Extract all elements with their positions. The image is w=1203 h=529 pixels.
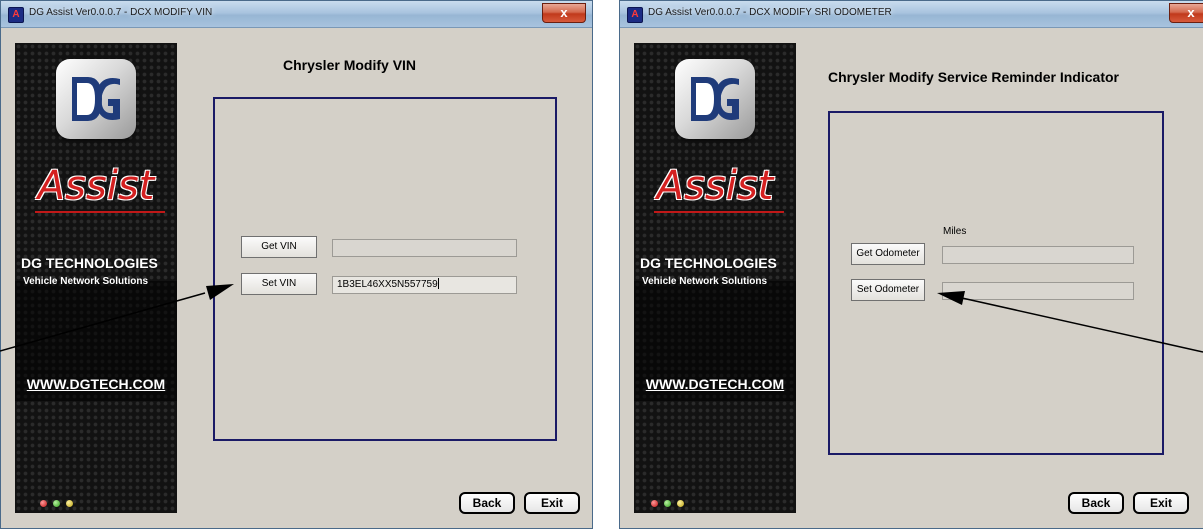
wordmark-underline xyxy=(35,211,165,213)
exit-button[interactable]: Exit xyxy=(524,492,580,514)
status-led-red xyxy=(651,500,658,507)
page-title: Chrysler Modify Service Reminder Indicat… xyxy=(828,69,1119,85)
company-tagline: Vehicle Network Solutions xyxy=(642,276,768,287)
close-button[interactable]: x xyxy=(542,3,586,23)
status-led-yellow xyxy=(677,500,684,507)
get-vin-button[interactable]: Get VIN xyxy=(241,236,317,258)
status-led-green xyxy=(664,500,671,507)
website-link[interactable]: WWW.DGTECH.COM xyxy=(15,376,177,392)
title-bar[interactable]: A DG Assist Ver0.0.0.7 - DCX MODIFY VIN … xyxy=(1,1,592,28)
set-odometer-field[interactable] xyxy=(942,282,1134,300)
window-title: DG Assist Ver0.0.0.7 - DCX MODIFY SRI OD… xyxy=(648,7,892,18)
assist-wordmark: Assist xyxy=(656,163,774,209)
status-led-yellow xyxy=(66,500,73,507)
status-led-red xyxy=(40,500,47,507)
dg-logo-icon xyxy=(675,59,755,139)
dg-assist-branding-panel: Assist DG TECHNOLOGIES Vehicle Network S… xyxy=(15,43,177,513)
exit-button[interactable]: Exit xyxy=(1133,492,1189,514)
text-caret xyxy=(437,278,439,289)
get-odometer-field[interactable] xyxy=(942,246,1134,264)
company-tagline: Vehicle Network Solutions xyxy=(23,276,149,287)
vin-group-box xyxy=(213,97,557,441)
assist-wordmark: Assist xyxy=(37,163,155,209)
set-vin-value: 1B3EL46XX5N557759 xyxy=(337,279,438,290)
back-button[interactable]: Back xyxy=(1068,492,1124,514)
wordmark-underline xyxy=(654,211,784,213)
dg-logo-icon xyxy=(56,59,136,139)
company-name: DG TECHNOLOGIES xyxy=(21,255,158,271)
app-icon: A xyxy=(627,7,643,23)
get-odometer-button[interactable]: Get Odometer xyxy=(851,243,925,265)
app-icon: A xyxy=(8,7,24,23)
title-bar[interactable]: A DG Assist Ver0.0.0.7 - DCX MODIFY SRI … xyxy=(620,1,1203,28)
set-vin-button[interactable]: Set VIN xyxy=(241,273,317,295)
miles-label: Miles xyxy=(943,226,967,237)
dcx-modify-vin-window: A DG Assist Ver0.0.0.7 - DCX MODIFY VIN … xyxy=(0,0,593,529)
set-odometer-button[interactable]: Set Odometer xyxy=(851,279,925,301)
dcx-modify-sri-odometer-window: A DG Assist Ver0.0.0.7 - DCX MODIFY SRI … xyxy=(619,0,1203,529)
back-button[interactable]: Back xyxy=(459,492,515,514)
website-link[interactable]: WWW.DGTECH.COM xyxy=(634,376,796,392)
page-title: Chrysler Modify VIN xyxy=(283,57,417,73)
set-vin-field[interactable]: 1B3EL46XX5N557759 xyxy=(332,276,517,294)
status-led-green xyxy=(53,500,60,507)
close-button[interactable]: x xyxy=(1169,3,1203,23)
window-title: DG Assist Ver0.0.0.7 - DCX MODIFY VIN xyxy=(29,7,213,18)
company-name: DG TECHNOLOGIES xyxy=(640,255,777,271)
get-vin-field[interactable] xyxy=(332,239,517,257)
dg-assist-branding-panel: Assist DG TECHNOLOGIES Vehicle Network S… xyxy=(634,43,796,513)
